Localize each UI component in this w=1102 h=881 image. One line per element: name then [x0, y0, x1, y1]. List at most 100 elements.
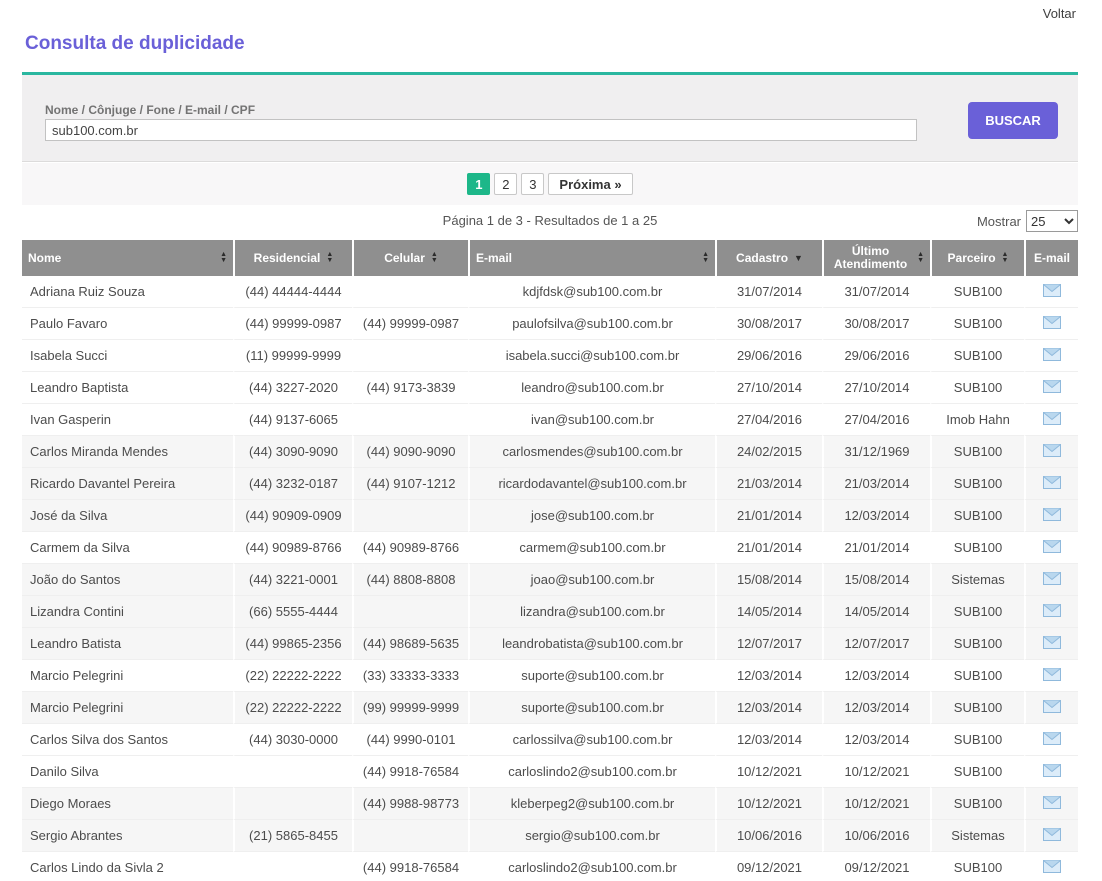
cell-parceiro: Sistemas — [930, 564, 1024, 596]
column-label: Nome — [28, 252, 61, 265]
cell-celular: (44) 98689-5635 — [352, 628, 468, 660]
column-header-5[interactable]: Último Atendimento▲▼ — [822, 240, 930, 276]
cell-email-action — [1024, 596, 1078, 628]
page-button-2[interactable]: 2 — [494, 173, 517, 195]
cell-email: carloslindo2@sub100.com.br — [468, 756, 715, 788]
cell-celular — [352, 276, 468, 308]
column-header-2[interactable]: Celular▲▼ — [352, 240, 468, 276]
send-email-button[interactable] — [1043, 636, 1061, 649]
send-email-button[interactable] — [1043, 828, 1061, 841]
cell-residencial — [233, 852, 352, 881]
send-email-button[interactable] — [1043, 668, 1061, 681]
cell-cadastro: 12/03/2014 — [715, 724, 822, 756]
cell-nome: Diego Moraes — [22, 788, 233, 820]
send-email-button[interactable] — [1043, 348, 1061, 361]
cell-ultimo_atendimento: 27/04/2016 — [822, 404, 930, 436]
cell-celular: (44) 8808-8808 — [352, 564, 468, 596]
back-link[interactable]: Voltar — [1043, 6, 1076, 21]
send-email-button[interactable] — [1043, 412, 1061, 425]
cell-email: ricardodavantel@sub100.com.br — [468, 468, 715, 500]
cell-ultimo_atendimento: 12/03/2014 — [822, 500, 930, 532]
cell-residencial — [233, 788, 352, 820]
column-header-4[interactable]: Cadastro▼ — [715, 240, 822, 276]
envelope-icon — [1043, 476, 1061, 489]
column-header-0[interactable]: Nome▲▼ — [22, 240, 233, 276]
sort-both-icon: ▲▼ — [431, 252, 438, 264]
cell-celular: (44) 9918-76584 — [352, 852, 468, 881]
page-button-1[interactable]: 1 — [467, 173, 490, 195]
send-email-button[interactable] — [1043, 444, 1061, 457]
next-page-button[interactable]: Próxima » — [548, 173, 632, 195]
cell-parceiro: Imob Hahn — [930, 404, 1024, 436]
cell-nome: Paulo Favaro — [22, 308, 233, 340]
table-row: Ricardo Davantel Pereira(44) 3232-0187(4… — [22, 468, 1078, 500]
sort-both-icon: ▲▼ — [326, 252, 333, 264]
page: Voltar Consulta de duplicidade Nome / Cô… — [0, 0, 1102, 881]
table-row: Leandro Batista(44) 99865-2356(44) 98689… — [22, 628, 1078, 660]
envelope-icon — [1043, 700, 1061, 713]
send-email-button[interactable] — [1043, 764, 1061, 777]
table-row: Isabela Succi(11) 99999-9999isabela.succ… — [22, 340, 1078, 372]
table-row: Sergio Abrantes(21) 5865-8455sergio@sub1… — [22, 820, 1078, 852]
cell-residencial: (11) 99999-9999 — [233, 340, 352, 372]
cell-cadastro: 15/08/2014 — [715, 564, 822, 596]
sort-both-icon: ▲▼ — [1002, 252, 1009, 264]
cell-parceiro: SUB100 — [930, 372, 1024, 404]
table-row: Marcio Pelegrini(22) 22222-2222(33) 3333… — [22, 660, 1078, 692]
cell-nome: Carlos Silva dos Santos — [22, 724, 233, 756]
search-label: Nome / Cônjuge / Fone / E-mail / CPF — [45, 103, 255, 117]
page-button-3[interactable]: 3 — [521, 173, 544, 195]
cell-parceiro: SUB100 — [930, 628, 1024, 660]
cell-residencial: (44) 3030-0000 — [233, 724, 352, 756]
send-email-button[interactable] — [1043, 540, 1061, 553]
send-email-button[interactable] — [1043, 796, 1061, 809]
table-row: Paulo Favaro(44) 99999-0987(44) 99999-09… — [22, 308, 1078, 340]
envelope-icon — [1043, 828, 1061, 841]
search-input[interactable] — [45, 119, 917, 141]
send-email-button[interactable] — [1043, 732, 1061, 745]
cell-ultimo_atendimento: 10/12/2021 — [822, 756, 930, 788]
cell-cadastro: 12/03/2014 — [715, 692, 822, 724]
cell-residencial: (44) 44444-4444 — [233, 276, 352, 308]
cell-ultimo_atendimento: 12/03/2014 — [822, 724, 930, 756]
cell-email-action — [1024, 628, 1078, 660]
cell-email-action — [1024, 500, 1078, 532]
cell-nome: Danilo Silva — [22, 756, 233, 788]
cell-parceiro: SUB100 — [930, 692, 1024, 724]
column-header-6[interactable]: Parceiro▲▼ — [930, 240, 1024, 276]
cell-email: sergio@sub100.com.br — [468, 820, 715, 852]
cell-cadastro: 21/03/2014 — [715, 468, 822, 500]
table-row: Carlos Lindo da Sivla 2(44) 9918-76584ca… — [22, 852, 1078, 881]
column-label: Cadastro — [736, 252, 788, 265]
table-row: João do Santos(44) 3221-0001(44) 8808-88… — [22, 564, 1078, 596]
envelope-icon — [1043, 732, 1061, 745]
cell-parceiro: SUB100 — [930, 500, 1024, 532]
column-header-3[interactable]: E-mail▲▼ — [468, 240, 715, 276]
cell-email-action — [1024, 276, 1078, 308]
cell-residencial: (44) 3227-2020 — [233, 372, 352, 404]
send-email-button[interactable] — [1043, 380, 1061, 393]
send-email-button[interactable] — [1043, 316, 1061, 329]
cell-parceiro: Sistemas — [930, 820, 1024, 852]
table-header-row: Nome▲▼Residencial▲▼Celular▲▼E-mail▲▼Cada… — [22, 240, 1078, 276]
send-email-button[interactable] — [1043, 508, 1061, 521]
send-email-button[interactable] — [1043, 860, 1061, 873]
envelope-icon — [1043, 284, 1061, 297]
send-email-button[interactable] — [1043, 572, 1061, 585]
send-email-button[interactable] — [1043, 700, 1061, 713]
cell-cadastro: 14/05/2014 — [715, 596, 822, 628]
page-size-select[interactable]: 25 — [1026, 210, 1078, 232]
cell-residencial: (44) 9137-6065 — [233, 404, 352, 436]
cell-email-action — [1024, 308, 1078, 340]
send-email-button[interactable] — [1043, 284, 1061, 297]
send-email-button[interactable] — [1043, 604, 1061, 617]
buscar-button[interactable]: BUSCAR — [968, 102, 1058, 139]
cell-email: lizandra@sub100.com.br — [468, 596, 715, 628]
send-email-button[interactable] — [1043, 476, 1061, 489]
results-table: Nome▲▼Residencial▲▼Celular▲▼E-mail▲▼Cada… — [22, 240, 1078, 881]
cell-email: leandrobatista@sub100.com.br — [468, 628, 715, 660]
cell-email-action — [1024, 564, 1078, 596]
cell-residencial: (44) 99865-2356 — [233, 628, 352, 660]
cell-cadastro: 29/06/2016 — [715, 340, 822, 372]
column-header-1[interactable]: Residencial▲▼ — [233, 240, 352, 276]
